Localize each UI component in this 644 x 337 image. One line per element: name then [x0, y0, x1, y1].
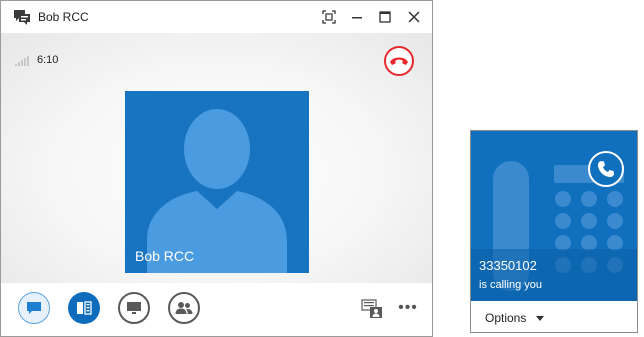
monitor-icon	[127, 302, 141, 314]
signal-strength-icon	[15, 56, 29, 66]
chat-icon	[27, 302, 41, 314]
hang-up-button[interactable]	[384, 46, 414, 76]
incoming-call-badge	[588, 151, 624, 187]
participants-icon	[175, 302, 193, 314]
call-stage: 6:10 Bob RCC	[1, 33, 432, 283]
close-button[interactable]	[403, 7, 425, 27]
presentation-icon[interactable]	[361, 299, 383, 319]
person-silhouette-icon	[147, 109, 287, 273]
call-duration: 6:10	[37, 54, 59, 66]
fullscreen-icon	[322, 10, 336, 24]
options-label: Options	[485, 311, 527, 325]
call-window: Bob RCC 6:10 Bob RCC •••	[0, 0, 433, 337]
maximize-button[interactable]	[374, 7, 396, 27]
call-controls-icon	[77, 301, 92, 315]
contact-avatar: Bob RCC	[125, 91, 309, 273]
participants-button[interactable]	[168, 292, 200, 324]
title-bar[interactable]: Bob RCC	[1, 1, 432, 33]
call-toolbar: •••	[1, 283, 432, 336]
chat-button[interactable]	[18, 292, 50, 324]
window-title: Bob RCC	[38, 10, 89, 24]
incoming-call-panel[interactable]: 33350102 is calling you	[471, 131, 637, 301]
contact-name: Bob RCC	[135, 248, 195, 264]
close-icon	[408, 11, 420, 23]
minimize-button[interactable]	[346, 7, 368, 27]
app-icon	[14, 10, 30, 25]
incoming-call-toast[interactable]: 33350102 is calling you Options	[470, 130, 638, 333]
caller-number: 33350102	[479, 258, 537, 273]
minimize-icon	[352, 17, 362, 19]
fullscreen-button[interactable]	[318, 7, 340, 27]
options-dropdown[interactable]: Options	[485, 311, 545, 325]
maximize-icon	[379, 11, 391, 23]
more-options-button[interactable]: •••	[395, 297, 421, 319]
phone-icon	[598, 161, 614, 177]
present-button[interactable]	[118, 292, 150, 324]
call-controls-button[interactable]	[68, 292, 100, 324]
caller-status: is calling you	[479, 279, 542, 291]
hang-up-icon	[390, 57, 408, 65]
chevron-down-icon	[536, 315, 545, 321]
